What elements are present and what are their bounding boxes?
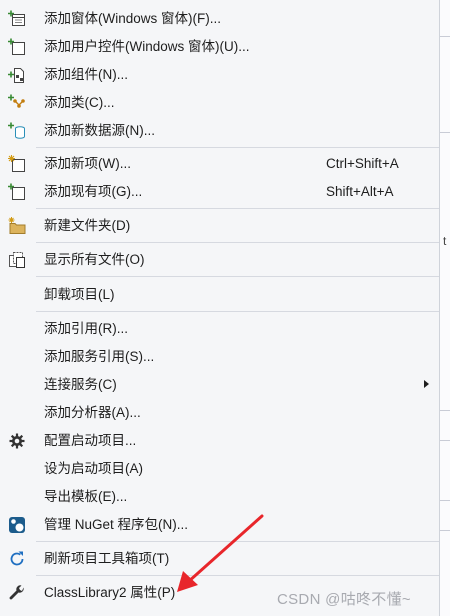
annotation-arrow-icon <box>177 514 264 592</box>
watermark: CSDN @咕咚不懂~ <box>277 591 411 608</box>
